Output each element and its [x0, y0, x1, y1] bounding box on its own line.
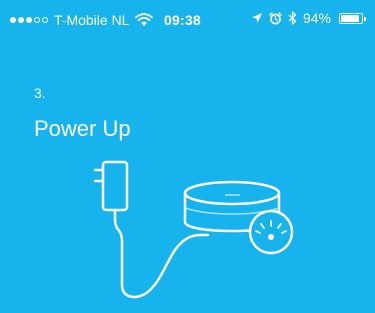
alarm-clock-icon — [269, 11, 282, 25]
signal-strength-icon — [10, 17, 48, 23]
battery-percent: 94% — [302, 10, 331, 26]
status-left: T-Mobile NL — [10, 12, 154, 28]
battery-level-fill — [341, 14, 359, 22]
step-number: 3. — [34, 85, 46, 101]
power-adapter-icon — [93, 160, 210, 299]
power-up-illustration — [93, 160, 294, 299]
bluetooth-icon — [288, 11, 297, 25]
page-title: Power Up — [34, 116, 131, 141]
battery-icon — [339, 12, 366, 24]
power-button-icon — [248, 209, 294, 255]
location-arrow-icon — [251, 12, 263, 24]
wifi-icon — [135, 13, 154, 27]
carrier-label: T-Mobile NL — [54, 12, 130, 28]
status-time: 09:38 — [164, 12, 201, 28]
status-right: 94% — [251, 10, 366, 26]
status-bar: T-Mobile NL 09:38 94% — [0, 0, 375, 40]
